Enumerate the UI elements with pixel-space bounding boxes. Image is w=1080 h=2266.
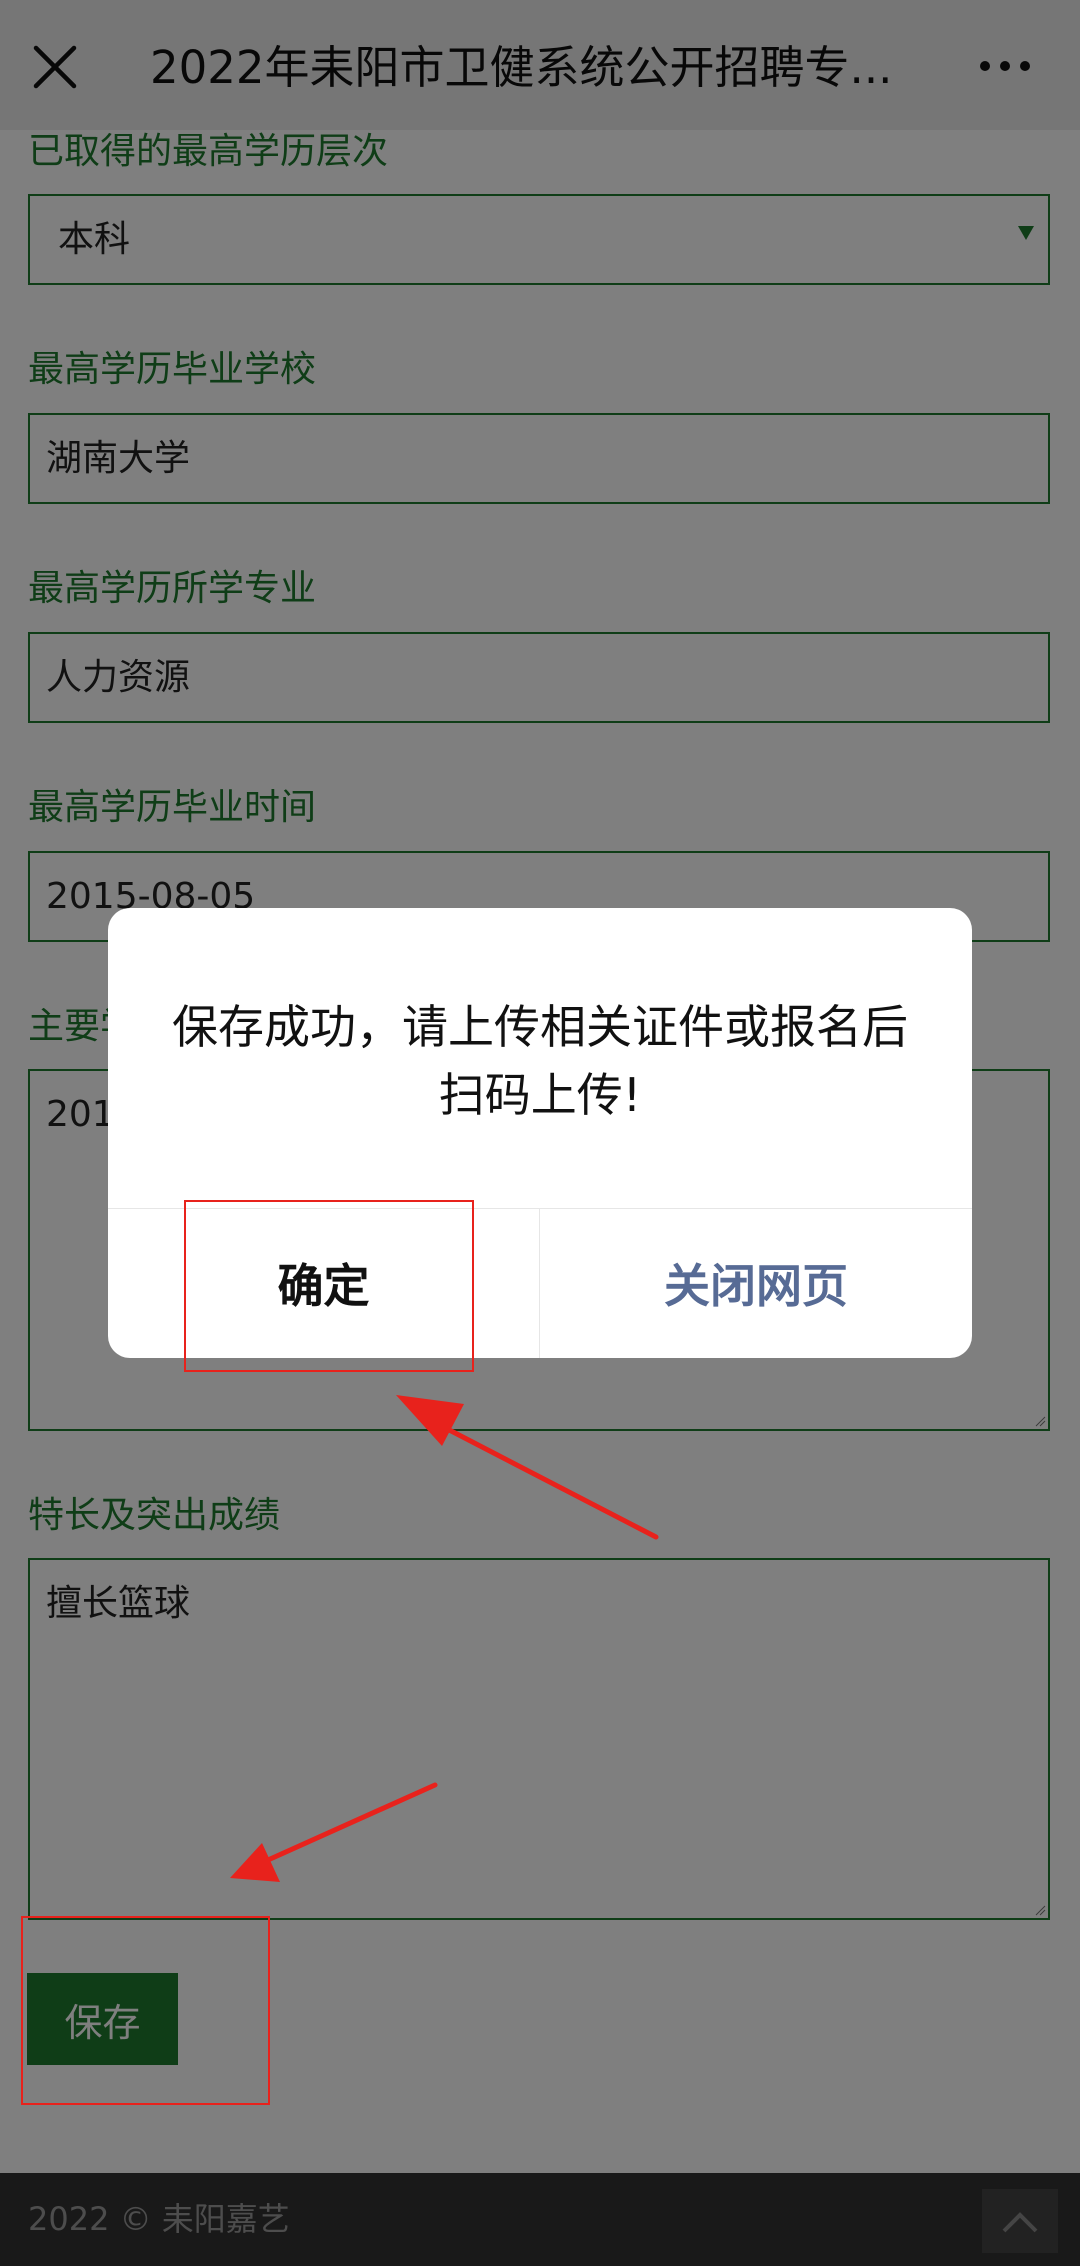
annotation-box-confirm — [184, 1200, 474, 1372]
close-webpage-button[interactable]: 关闭网页 — [540, 1208, 972, 1358]
dialog-message: 保存成功，请上传相关证件或报名后扫码上传! — [172, 1000, 908, 1122]
annotation-box-save — [21, 1916, 270, 2105]
